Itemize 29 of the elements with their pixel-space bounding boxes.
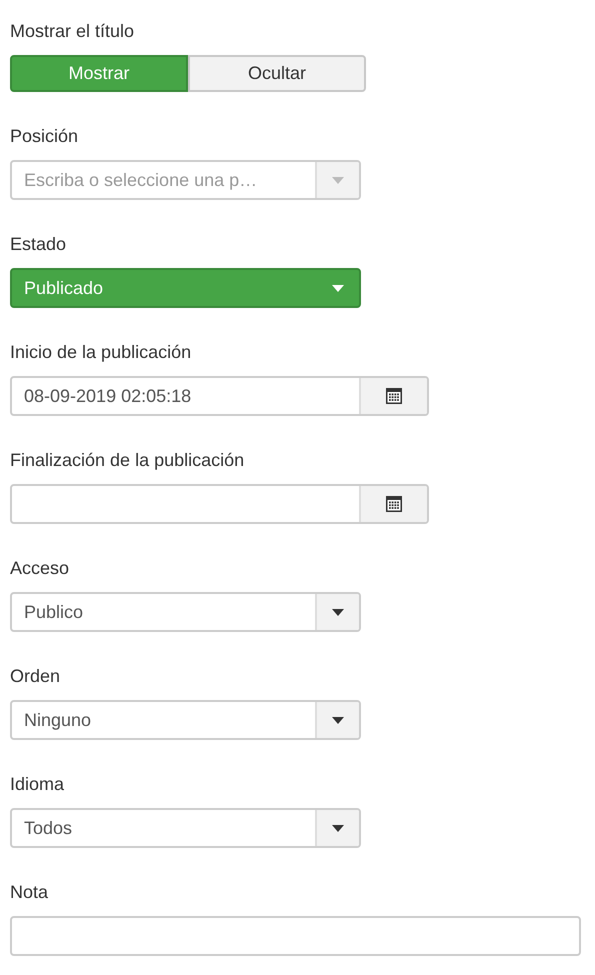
calendar-icon [385,387,403,405]
field-label: Posición [10,125,78,148]
toggle-button[interactable]: Ocultar [188,55,366,92]
field-label: Inicio de la publicación [10,341,192,364]
caret-icon [332,284,344,292]
caret-icon [332,176,344,184]
date-field[interactable]: 08-09-2019 02:05:18 [10,376,429,416]
field-value: 08-09-2019 02:05:18 [24,386,192,406]
caret-icon [332,824,344,832]
date-field[interactable] [10,484,429,524]
field-value: Ninguno [24,710,92,730]
select-field[interactable]: Todos [10,808,361,848]
field-value: Publico [24,602,84,622]
select-field[interactable]: Ninguno [10,700,361,740]
note-field[interactable] [10,916,581,956]
field-label: Idioma [10,773,64,796]
caret-icon [332,608,344,616]
field-value: Todos [24,818,72,838]
calendar-icon [385,495,403,513]
field-label: Finalización de la publicación [10,449,244,472]
field-value: Publicado [24,278,104,298]
field-label: Mostrar el título [10,20,134,43]
field-label: Nota [10,881,48,904]
select-field[interactable]: Publico [10,592,361,632]
field-label: Orden [10,665,60,688]
field-label: Estado [10,233,66,256]
caret-icon [332,716,344,724]
placeholder-text: Escriba o seleccione una p… [24,170,258,190]
field-label: Acceso [10,557,70,580]
